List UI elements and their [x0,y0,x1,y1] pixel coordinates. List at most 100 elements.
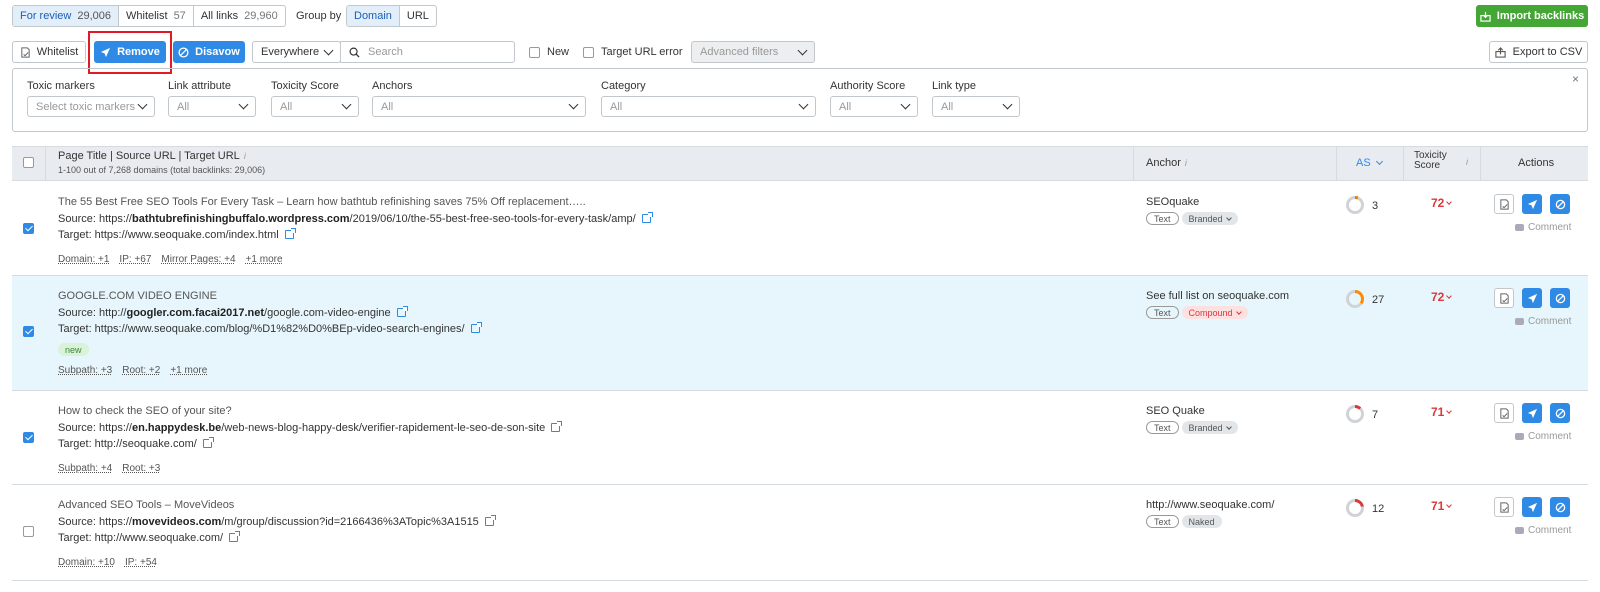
export-csv-button[interactable]: Export to CSV [1489,41,1588,63]
backlink-meta-link[interactable]: IP: +54 [125,557,157,568]
target-url[interactable]: Target: https://www.seoquake.com/blog/%D… [58,322,1118,335]
row-checkbox[interactable] [23,432,34,443]
remove-action-button[interactable] [1522,288,1542,308]
target-url[interactable]: Target: http://www.seoquake.com/ [58,531,1118,544]
close-icon[interactable]: × [1572,72,1579,86]
backlink-meta-link[interactable]: Subpath: +3 [58,365,112,376]
backlink-meta-link[interactable]: Subpath: +4 [58,463,112,474]
toxic-markers-select[interactable]: Select toxic markers [27,96,155,117]
external-link-icon[interactable] [284,228,296,239]
row-checkbox[interactable] [23,526,34,537]
col-anchor[interactable]: Anchor i [1146,157,1187,169]
anchor-cell: See full list on seoquake.com Text Compo… [1146,290,1336,319]
comment-link[interactable]: Comment [1515,431,1571,442]
link-attribute-select[interactable]: All [168,96,256,117]
scope-select[interactable]: Everywhere [252,41,341,63]
remove-action-button[interactable] [1522,497,1542,517]
disavow-action-button[interactable] [1550,194,1570,214]
tab-all-links[interactable]: All links 29,960 [194,6,285,26]
new-checkbox[interactable] [529,46,540,58]
anchors-select[interactable]: All [372,96,586,117]
comment-icon [1515,433,1524,440]
comment-link[interactable]: Comment [1515,222,1571,233]
toxicity-score-value[interactable]: 71 [1431,405,1453,419]
toxicity-score-value[interactable]: 72 [1431,290,1453,304]
anchor-category-tag[interactable]: Naked [1181,515,1222,528]
anchor-category-tag[interactable]: Branded [1181,212,1238,225]
backlink-meta-link[interactable]: Domain: +10 [58,557,115,568]
group-by-url[interactable]: URL [400,6,436,26]
source-url[interactable]: Source: https://bathtubrefinishingbuffal… [58,212,1118,225]
authority-score-select[interactable]: All [830,96,918,117]
col-as-sort[interactable]: AS [1356,157,1383,169]
external-link-icon[interactable] [229,531,241,542]
whitelist-button[interactable]: Whitelist [12,41,86,63]
table-row: The 55 Best Free SEO Tools For Every Tas… [12,182,1588,276]
backlink-meta-link[interactable]: +1 more [246,254,283,265]
chevron-down-icon [137,99,148,110]
anchor-text: See full list on seoquake.com [1146,290,1290,302]
backlink-meta-link[interactable]: Root: +3 [122,463,160,474]
remove-action-button[interactable] [1522,194,1542,214]
disavow-action-button[interactable] [1550,497,1570,517]
whitelist-action-button[interactable] [1494,497,1514,517]
search-input[interactable]: Search [340,41,515,63]
whitelist-action-button[interactable] [1494,403,1514,423]
source-url[interactable]: Source: https://en.happydesk.be/web-news… [58,421,1118,434]
backlink-meta-link[interactable]: +1 more [170,365,207,376]
col-actions: Actions [1518,157,1555,169]
remove-action-button[interactable] [1522,403,1542,423]
disavow-action-button[interactable] [1550,403,1570,423]
whitelist-action-button[interactable] [1494,194,1514,214]
row-checkbox[interactable] [23,326,34,337]
target-url[interactable]: Target: http://seoquake.com/ [58,437,1118,450]
comment-link[interactable]: Comment [1515,316,1571,327]
anchor-category-tag[interactable]: Branded [1181,421,1238,434]
comment-link[interactable]: Comment [1515,525,1571,536]
table-row: GOOGLE.COM VIDEO ENGINE Source: http://g… [12,276,1588,391]
row-page-info: Advanced SEO Tools – MoveVideos Source: … [58,499,1118,568]
toxicity-score-value[interactable]: 71 [1431,499,1453,513]
select-all-checkbox[interactable] [23,157,34,168]
external-link-icon[interactable] [641,212,653,223]
col-toxicity-score[interactable]: Toxicity Score [1414,151,1447,171]
target-url-error-checkbox[interactable] [583,46,594,58]
target-url[interactable]: Target: https://www.seoquake.com/index.h… [58,228,1118,241]
external-link-icon[interactable] [551,421,563,432]
disavow-button[interactable]: Disavow [173,41,245,63]
source-url[interactable]: Source: https://movevideos.com/m/group/d… [58,515,1118,528]
new-filter[interactable]: New [529,46,569,58]
source-url[interactable]: Source: http://googler.com.facai2017.net… [58,306,1118,319]
link-type-select[interactable]: All [932,96,1020,117]
remove-button[interactable]: Remove [94,41,166,63]
backlink-meta-link[interactable]: Domain: +1 [58,254,109,265]
backlink-meta-link[interactable]: Mirror Pages: +4 [161,254,235,265]
tab-for-review[interactable]: For review 29,006 [13,6,119,26]
advanced-filters-select[interactable]: Advanced filters [691,41,815,63]
row-checkbox[interactable] [23,223,34,234]
category-select[interactable]: All [601,96,816,117]
toxicity-score-select[interactable]: All [271,96,359,117]
external-link-icon[interactable] [470,322,482,333]
external-link-icon[interactable] [484,515,496,526]
anchor-category-tag[interactable]: Compound [1181,306,1248,319]
send-icon [1527,408,1537,418]
col-page-title[interactable]: Page Title | Source URL | Target URL i [58,150,246,162]
header-separator [1133,146,1134,181]
disavow-icon [1555,293,1565,303]
whitelist-icon [21,46,30,58]
disavow-action-button[interactable] [1550,288,1570,308]
backlink-meta-link[interactable]: Root: +2 [122,365,160,376]
whitelist-action-button[interactable] [1494,288,1514,308]
page-title: The 55 Best Free SEO Tools For Every Tas… [58,196,586,208]
external-link-icon[interactable] [396,306,408,317]
group-by-domain[interactable]: Domain [347,6,400,26]
backlink-meta-link[interactable]: IP: +67 [119,254,151,265]
import-backlinks-button[interactable]: Import backlinks [1476,5,1588,27]
target-url-error-filter[interactable]: Target URL error [583,46,683,58]
backlink-meta: Domain: +1 IP: +67 Mirror Pages: +4 +1 more [58,253,1118,265]
toxicity-score-value[interactable]: 72 [1431,196,1453,210]
tab-whitelist[interactable]: Whitelist 57 [119,6,194,26]
new-badge: new [58,343,89,356]
external-link-icon[interactable] [202,437,214,448]
